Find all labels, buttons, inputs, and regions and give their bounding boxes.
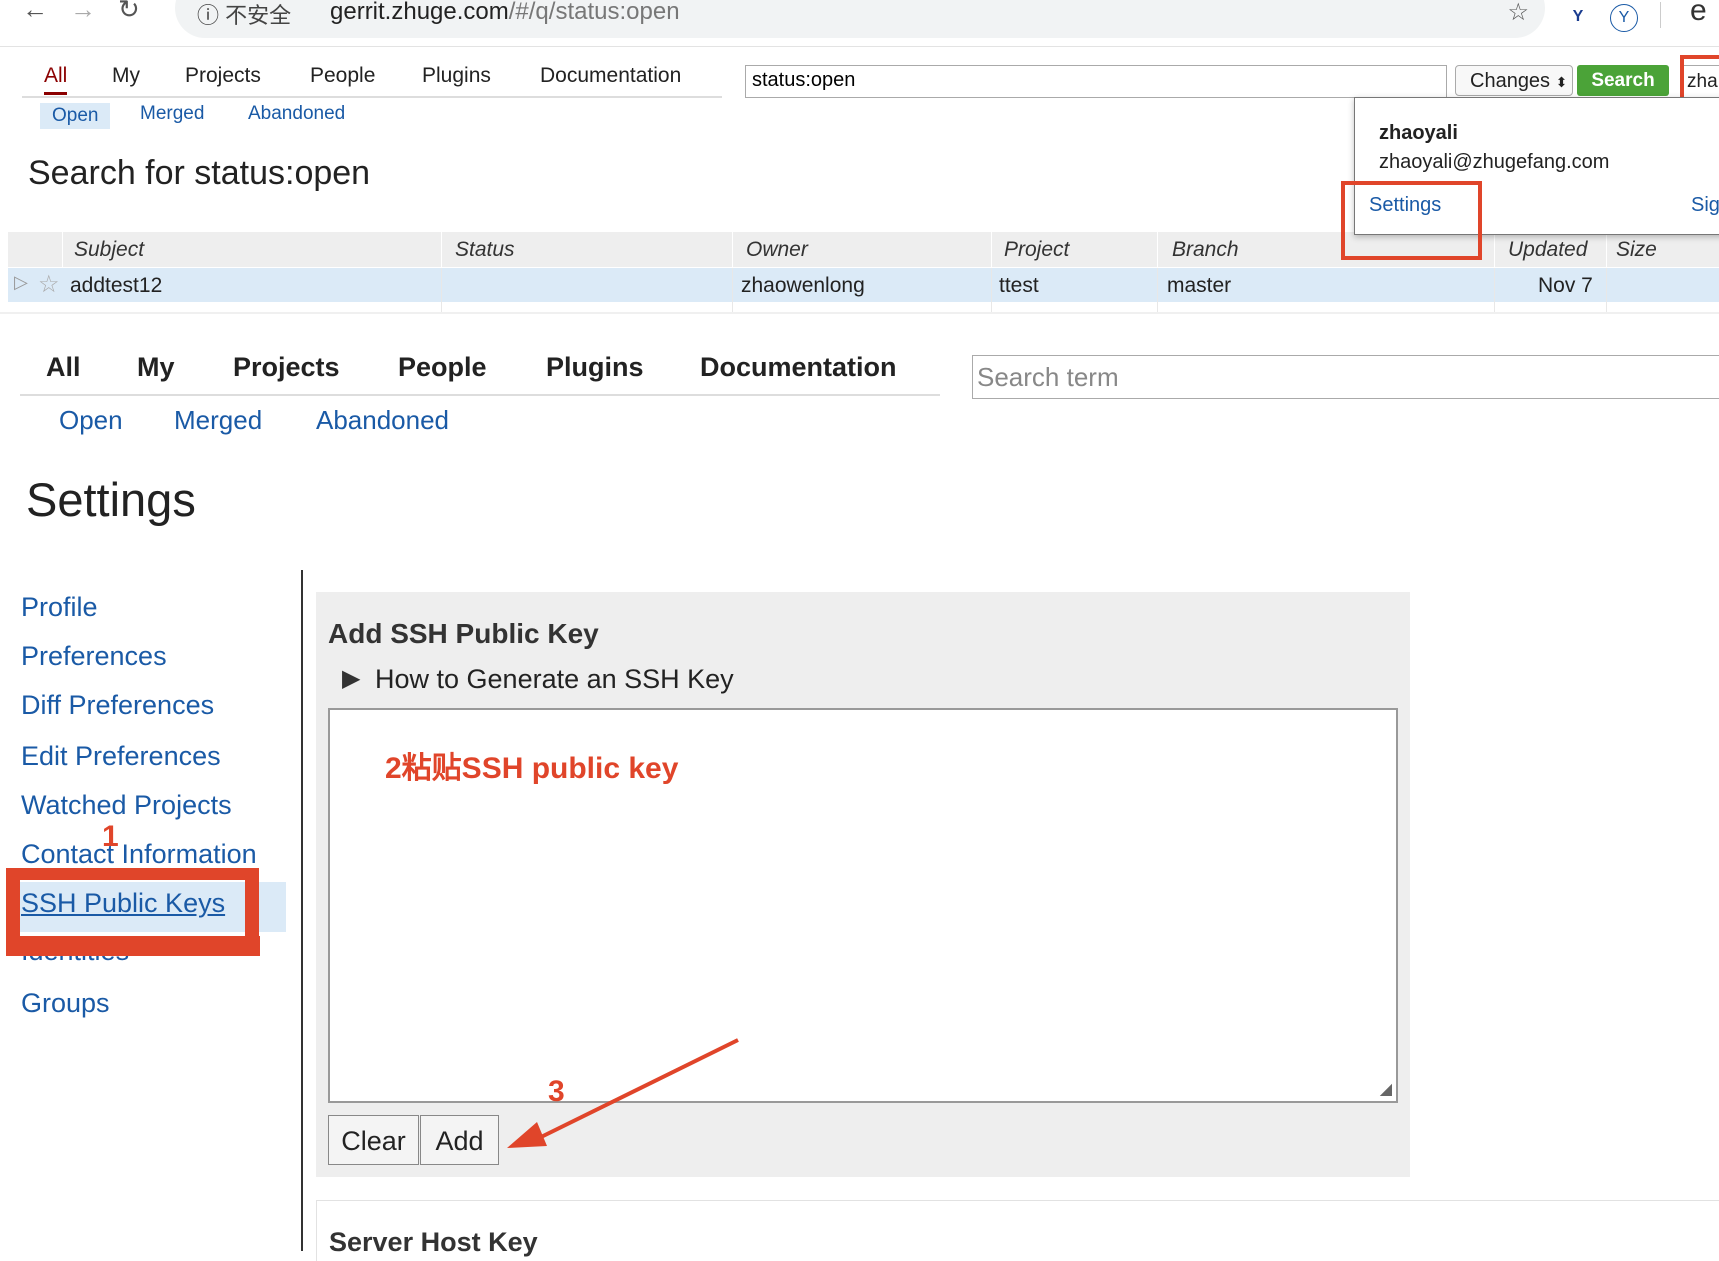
- tab-documentation[interactable]: Documentation: [700, 352, 897, 383]
- star-icon[interactable]: ☆: [38, 270, 60, 299]
- cell-project[interactable]: ttest: [999, 274, 1039, 298]
- column-project[interactable]: Project: [1004, 238, 1069, 262]
- settings-search-field[interactable]: [972, 355, 1719, 399]
- search-term-input[interactable]: [973, 356, 1719, 399]
- sidebar-item-diff-preferences[interactable]: Diff Preferences: [21, 690, 214, 721]
- sub-link-merged[interactable]: Merged: [174, 405, 262, 436]
- column-size[interactable]: Size: [1616, 238, 1657, 262]
- annotation-step-1: 1: [102, 820, 119, 853]
- disclosure-triangle-icon[interactable]: ▶: [342, 664, 360, 693]
- tab-plugins[interactable]: Plugins: [546, 352, 644, 383]
- resize-handle-icon[interactable]: ◢: [1380, 1079, 1392, 1099]
- sidebar-item-edit-preferences[interactable]: Edit Preferences: [21, 741, 221, 772]
- url-text[interactable]: gerrit.zhuge.com/#/q/status:open: [330, 0, 680, 26]
- sidebar-divider: [301, 570, 303, 1251]
- search-button[interactable]: Search: [1577, 65, 1669, 96]
- sidebar-item-contact-information[interactable]: Contact Information: [21, 839, 257, 870]
- bookmark-star-icon[interactable]: ☆: [1507, 0, 1529, 27]
- column-divider: [991, 232, 992, 267]
- sidebar-item-preferences[interactable]: Preferences: [21, 641, 167, 672]
- sidebar-item-profile[interactable]: Profile: [21, 592, 98, 623]
- page-title: Search for status:open: [28, 154, 371, 192]
- cell-subject[interactable]: addtest12: [70, 274, 162, 298]
- tab-projects[interactable]: Projects: [233, 352, 340, 383]
- server-host-key-heading: Server Host Key: [329, 1227, 538, 1257]
- column-divider: [732, 232, 733, 267]
- sub-link-open[interactable]: Open: [59, 405, 123, 436]
- tab-people[interactable]: People: [310, 64, 375, 88]
- browser-toolbar: ← → ↻ ⓘ 不安全 gerrit.zhuge.com/#/q/status:…: [0, 0, 1719, 47]
- column-status[interactable]: Status: [455, 238, 515, 262]
- column-divider: [1494, 268, 1495, 314]
- security-indicator[interactable]: ⓘ 不安全: [197, 0, 291, 30]
- column-owner[interactable]: Owner: [746, 238, 808, 262]
- tab-my[interactable]: My: [137, 352, 175, 383]
- search-type-select[interactable]: Changes ⬍: [1455, 65, 1573, 96]
- screenshot-divider: [0, 312, 1719, 314]
- extension-y-icon[interactable]: Y: [1565, 4, 1591, 30]
- settings-top-nav: All My Projects People Plugins Documenta…: [20, 352, 940, 396]
- annotation-arrow-icon: [507, 1038, 739, 1148]
- search-type-value: Changes: [1470, 70, 1551, 92]
- column-branch[interactable]: Branch: [1172, 238, 1239, 262]
- tab-documentation[interactable]: Documentation: [540, 64, 681, 88]
- tab-all[interactable]: All: [46, 352, 81, 383]
- cell-owner[interactable]: zhaowenlong: [741, 274, 865, 298]
- annotation-step-2: 2粘贴SSH public key: [385, 752, 679, 785]
- top-nav: All My Projects People Plugins Documenta…: [22, 62, 722, 98]
- cell-updated: Nov 7: [1538, 274, 1593, 297]
- sub-link-abandoned[interactable]: Abandoned: [248, 103, 345, 125]
- column-divider: [1606, 268, 1607, 314]
- tab-my[interactable]: My: [112, 64, 140, 88]
- profile-icon[interactable]: e: [1690, 0, 1707, 28]
- how-to-generate-toggle[interactable]: How to Generate an SSH Key: [375, 664, 734, 695]
- column-updated[interactable]: Updated: [1508, 238, 1587, 262]
- column-divider: [1157, 232, 1158, 267]
- cell-branch[interactable]: master: [1167, 274, 1231, 298]
- user-email: zhaoyali@zhugefang.com: [1379, 151, 1610, 173]
- search-field[interactable]: [745, 65, 1447, 98]
- address-bar[interactable]: ⓘ 不安全 gerrit.zhuge.com/#/q/status:open ☆: [175, 0, 1545, 38]
- column-divider: [441, 268, 442, 314]
- forward-arrow-icon[interactable]: →: [70, 0, 96, 25]
- reload-icon[interactable]: ↻: [118, 0, 140, 25]
- column-divider: [1157, 268, 1158, 314]
- toolbar-divider: [1660, 2, 1661, 28]
- tab-all[interactable]: All: [44, 64, 68, 95]
- sidebar-item-groups[interactable]: Groups: [21, 988, 110, 1019]
- clear-button[interactable]: Clear: [328, 1115, 419, 1165]
- search-input[interactable]: [746, 66, 1438, 95]
- table-row[interactable]: ▷ ☆ addtest12 zhaowenlong ttest master N…: [8, 268, 1719, 314]
- column-divider: [1606, 232, 1607, 267]
- server-host-key-panel: Server Host Key: [316, 1200, 1719, 1261]
- back-arrow-icon[interactable]: ←: [22, 0, 48, 25]
- sub-link-open[interactable]: Open: [40, 103, 111, 129]
- settings-title: Settings: [26, 473, 196, 526]
- column-divider: [62, 232, 63, 267]
- sidebar-item-watched-projects[interactable]: Watched Projects: [21, 790, 232, 821]
- annotation-box-bottom-edge: [20, 936, 260, 956]
- add-ssh-key-heading: Add SSH Public Key: [328, 618, 599, 649]
- column-divider: [1494, 232, 1495, 267]
- select-arrows-icon: ⬍: [1555, 74, 1568, 90]
- sub-link-merged[interactable]: Merged: [140, 103, 204, 125]
- tab-projects[interactable]: Projects: [185, 64, 261, 88]
- column-divider: [732, 268, 733, 314]
- annotation-box-settings: [1341, 181, 1482, 260]
- column-subject[interactable]: Subject: [74, 238, 144, 262]
- sub-link-abandoned[interactable]: Abandoned: [316, 405, 449, 436]
- column-divider: [441, 232, 442, 267]
- tab-plugins[interactable]: Plugins: [422, 64, 491, 88]
- sign-out-link[interactable]: Sig: [1691, 194, 1719, 217]
- row-pointer-icon: ▷: [14, 272, 28, 292]
- add-button[interactable]: Add: [420, 1115, 499, 1165]
- user-name: zhaoyali: [1379, 122, 1458, 144]
- column-divider: [991, 268, 992, 314]
- tab-people[interactable]: People: [398, 352, 487, 383]
- extension-circle-icon[interactable]: Y: [1610, 4, 1638, 32]
